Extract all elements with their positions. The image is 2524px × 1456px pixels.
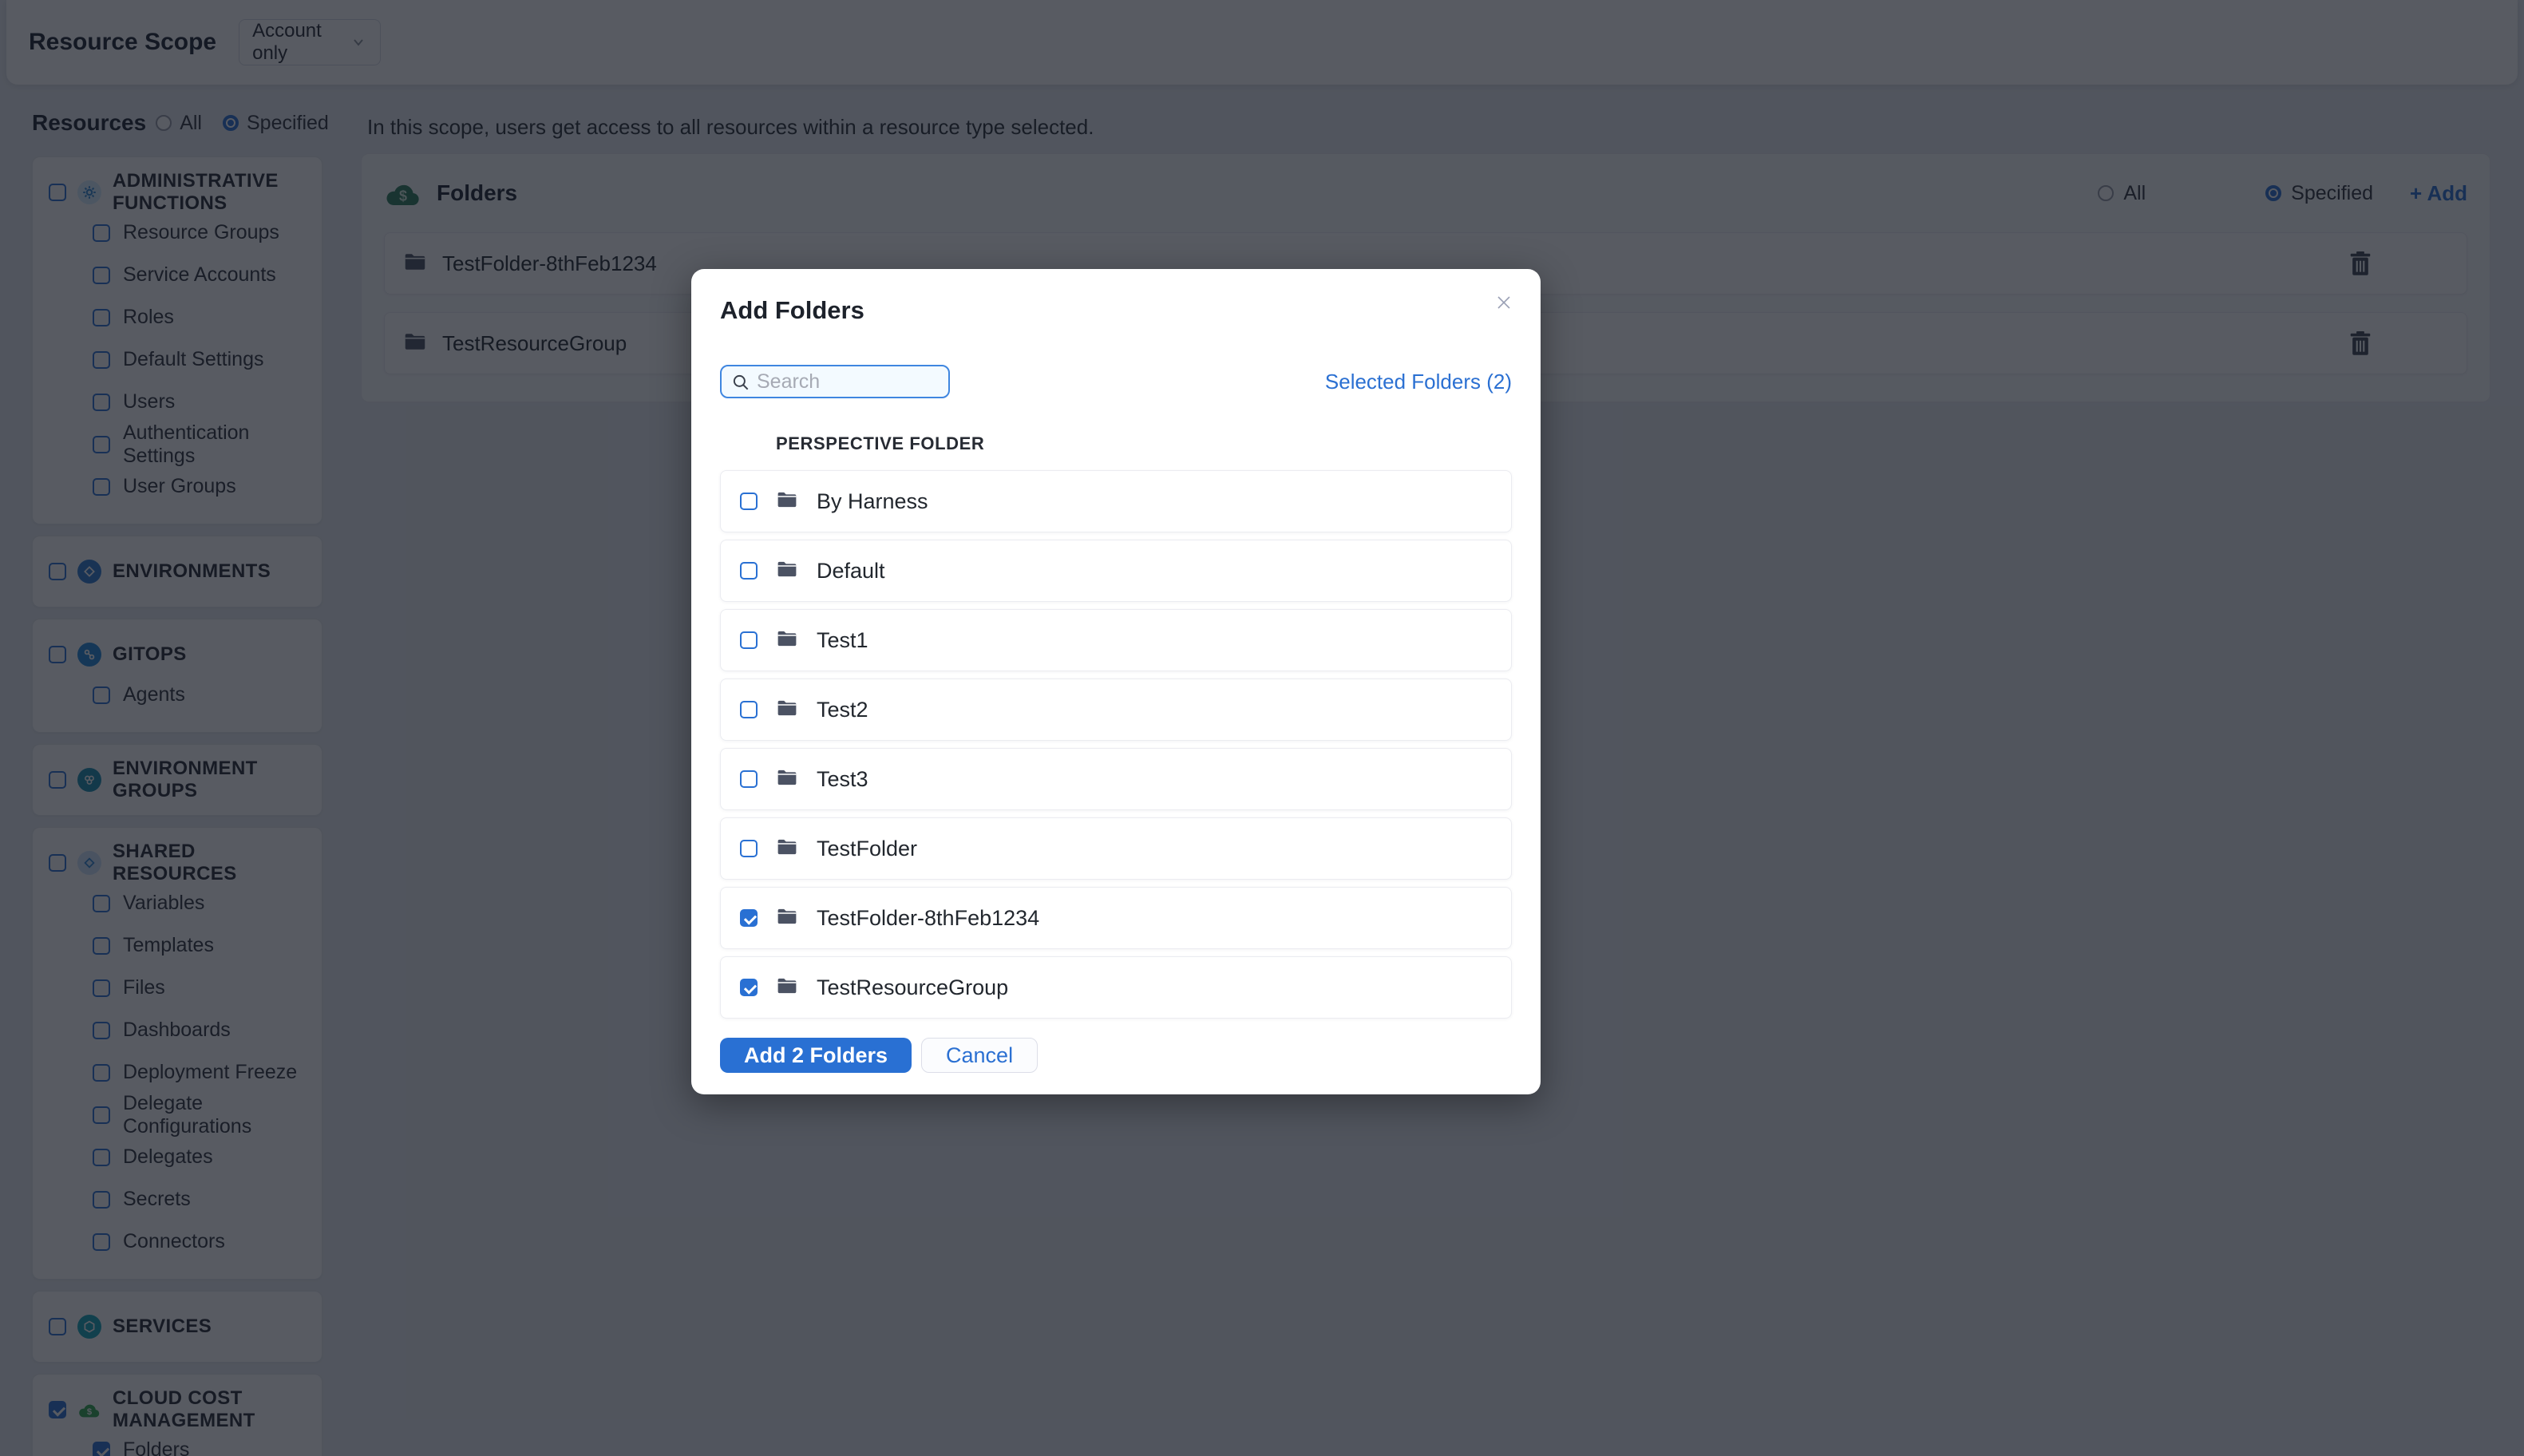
resource-scope-screen: Resource Scope Account only Resources Al… [0,0,2524,1456]
folder-icon [777,699,797,721]
checkbox-default[interactable] [740,562,758,580]
checkbox-testresourcegroup[interactable] [740,979,758,996]
add-folders-button[interactable]: Add 2 Folders [720,1038,912,1073]
folder-row-testresourcegroup[interactable]: TestResourceGroup [720,956,1512,1019]
folder-icon [777,630,797,651]
search-icon [730,372,751,393]
folder-list: By Harness Default Test1 Test2 Test3 Tes… [720,470,1512,1019]
add-folders-dialog: Add Folders Selected Folders (2) PERSPEC… [691,269,1541,1094]
folder-row-test1[interactable]: Test1 [720,609,1512,671]
close-icon[interactable] [1489,288,1518,317]
folder-row-test3[interactable]: Test3 [720,748,1512,810]
folder-row-default[interactable]: Default [720,540,1512,602]
column-header-perspective-folder: PERSPECTIVE FOLDER [776,433,985,453]
folder-icon [777,977,797,999]
search-input[interactable] [720,365,950,398]
folder-icon [777,908,797,929]
folder-row-testfolder-8thfeb1234[interactable]: TestFolder-8thFeb1234 [720,887,1512,949]
checkbox-test1[interactable] [740,631,758,649]
checkbox-test3[interactable] [740,770,758,788]
folder-row-test2[interactable]: Test2 [720,679,1512,741]
selected-folders-link[interactable]: Selected Folders (2) [1325,370,1512,394]
checkbox-testfolder-8thfeb1234[interactable] [740,909,758,927]
folder-row-by-harness[interactable]: By Harness [720,470,1512,532]
dialog-title: Add Folders [720,296,864,324]
folder-icon [777,769,797,790]
checkbox-test2[interactable] [740,701,758,718]
folder-icon [777,491,797,512]
cancel-button[interactable]: Cancel [921,1038,1038,1073]
folder-icon [777,838,797,860]
checkbox-testfolder[interactable] [740,840,758,857]
checkbox-by-harness[interactable] [740,493,758,510]
folder-icon [777,560,797,582]
folder-row-testfolder[interactable]: TestFolder [720,817,1512,880]
